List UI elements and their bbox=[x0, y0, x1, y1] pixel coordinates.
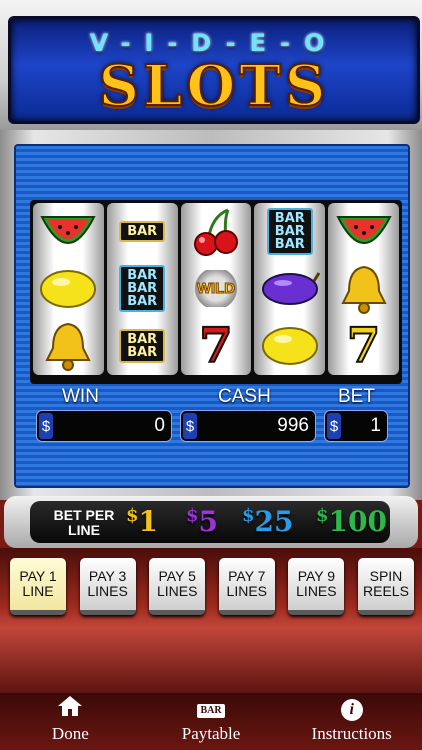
reel-2: BAR BAR BAR BAR BAR BAR bbox=[106, 203, 178, 375]
reel-4: BAR BAR BAR bbox=[254, 203, 326, 375]
bet-per-line-bar: BET PER LINE $1 $5 $25 $100 bbox=[4, 496, 418, 548]
watermelon-icon bbox=[333, 206, 395, 258]
bet-amount: 100 bbox=[328, 505, 387, 538]
slot-machine: BAR BAR BAR BAR BAR BAR WILD 7 BAR BAR BAR 7 W… bbox=[0, 130, 422, 500]
lemon-icon bbox=[37, 263, 99, 315]
cash-value: 996 bbox=[277, 415, 309, 436]
spin-reels-button[interactable]: SPIN REELS bbox=[357, 558, 414, 615]
pay-5-lines-button[interactable]: PAY 5 LINES bbox=[149, 558, 206, 615]
header: V-I-D-E-O SLOTS bbox=[0, 0, 422, 130]
triple-bar-symbol: BAR BAR BAR bbox=[266, 208, 313, 256]
bet-label: BET bbox=[338, 386, 375, 407]
bet-100-button[interactable]: $100 bbox=[316, 505, 387, 538]
bet-value: 1 bbox=[370, 415, 381, 436]
bet-25-button[interactable]: $25 bbox=[242, 505, 294, 538]
seven-symbol: 7 bbox=[346, 318, 381, 375]
reel-symbol: BAR bbox=[111, 206, 173, 258]
reel-symbol: 7 bbox=[333, 320, 395, 372]
cabinet: PAY 1 LINE PAY 3 LINES PAY 5 LINES PAY 7 LI… bbox=[0, 548, 422, 693]
bet-meter: $ 1 bbox=[324, 410, 388, 442]
win-currency: $ bbox=[39, 413, 53, 439]
bet-5-button[interactable]: $5 bbox=[186, 505, 218, 538]
lemon-icon bbox=[259, 320, 321, 372]
bet-currency-symbol: $ bbox=[242, 505, 255, 526]
tab-label: Done bbox=[51, 724, 89, 743]
tab-label: Instructions bbox=[311, 724, 392, 743]
tab-paytable[interactable]: BAR Paytable bbox=[141, 693, 282, 750]
bar-symbol: BAR bbox=[119, 221, 166, 243]
tab-instructions[interactable]: i Instructions bbox=[281, 693, 422, 750]
reel-symbol: BAR BAR BAR bbox=[259, 206, 321, 258]
win-meter: $ 0 bbox=[36, 410, 172, 442]
bet-currency-symbol: $ bbox=[186, 505, 199, 526]
bet-1-button[interactable]: $1 bbox=[126, 505, 158, 538]
pay-7-lines-button[interactable]: PAY 7 LINES bbox=[218, 558, 275, 615]
bell-icon bbox=[333, 263, 395, 315]
seven-symbol: 7 bbox=[198, 318, 233, 375]
title-marquee: V-I-D-E-O SLOTS bbox=[8, 16, 420, 124]
info-icon: i bbox=[340, 699, 363, 721]
reel-symbol: 7 bbox=[185, 320, 247, 372]
bet-per-line-label: BET PER LINE bbox=[53, 507, 115, 538]
bet-amount: 1 bbox=[138, 505, 159, 538]
reel-symbol: BAR BAR BAR bbox=[111, 263, 173, 315]
win-value: 0 bbox=[154, 415, 165, 436]
reels-window: BAR BAR BAR BAR BAR BAR WILD 7 BAR BAR BAR 7 bbox=[30, 200, 402, 384]
double-bar-symbol: BAR BAR bbox=[119, 329, 166, 364]
cash-currency: $ bbox=[183, 413, 197, 439]
pay-3-lines-button[interactable]: PAY 3 LINES bbox=[79, 558, 136, 615]
watermelon-icon bbox=[37, 206, 99, 258]
bet-currency-symbol: $ bbox=[316, 505, 329, 526]
cash-meter: $ 996 bbox=[180, 410, 316, 442]
pay-lines-buttons: PAY 1 LINE PAY 3 LINES PAY 5 LINES PAY 7 LI… bbox=[10, 558, 414, 615]
bet-amount: 5 bbox=[198, 505, 219, 538]
cherries-icon bbox=[185, 206, 247, 258]
tab-label: Paytable bbox=[181, 724, 241, 743]
reel-5: 7 bbox=[328, 203, 399, 375]
triple-bar-symbol: BAR BAR BAR bbox=[119, 265, 166, 313]
tab-done[interactable]: Done bbox=[0, 693, 141, 750]
pay-9-lines-button[interactable]: PAY 9 LINES bbox=[288, 558, 345, 615]
win-label: WIN bbox=[62, 386, 99, 407]
bet-currency-symbol: $ bbox=[126, 505, 139, 526]
plum-icon bbox=[259, 263, 321, 315]
bet-currency: $ bbox=[327, 413, 341, 439]
tab-bar: Done BAR Paytable i Instructions bbox=[0, 693, 422, 750]
home-icon bbox=[56, 694, 84, 724]
reel-symbol: WILD bbox=[185, 263, 247, 315]
cash-label: CASH bbox=[218, 386, 271, 407]
bet-amount: 25 bbox=[254, 505, 294, 538]
title-slots: SLOTS bbox=[98, 52, 330, 120]
bell-icon bbox=[37, 320, 99, 372]
wild-symbol: WILD bbox=[192, 270, 240, 308]
bar-icon: BAR bbox=[197, 704, 225, 718]
reel-panel: BAR BAR BAR BAR BAR BAR WILD 7 BAR BAR BAR 7 W… bbox=[14, 144, 410, 488]
reel-3: WILD 7 bbox=[180, 203, 252, 375]
reel-1 bbox=[33, 203, 104, 375]
reel-symbol: BAR BAR bbox=[111, 320, 173, 372]
pay-1-line-button[interactable]: PAY 1 LINE bbox=[10, 558, 66, 615]
